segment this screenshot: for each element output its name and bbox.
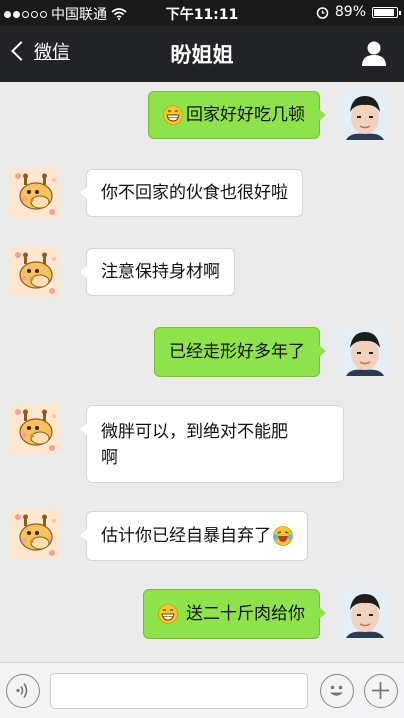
laugh-tears-emoji-icon bbox=[273, 526, 293, 546]
grin-emoji-icon bbox=[158, 604, 178, 624]
message-bubble-sent[interactable]: 回家好好吃几顿 bbox=[148, 91, 326, 139]
contact-avatar[interactable] bbox=[10, 247, 60, 297]
message-bubble-sent[interactable]: 已经走形好多年了 bbox=[154, 327, 326, 377]
emoji-button[interactable] bbox=[320, 674, 354, 708]
nav-bar: 微信 盼姐姐 bbox=[0, 26, 404, 82]
message-bubble-received[interactable]: 估计你已经自暴自弃了 bbox=[80, 511, 308, 561]
person-icon[interactable] bbox=[360, 39, 388, 67]
add-button[interactable] bbox=[364, 674, 398, 708]
grin-emoji-icon bbox=[163, 105, 183, 125]
contact-avatar[interactable] bbox=[10, 404, 60, 454]
battery-icon bbox=[372, 6, 401, 18]
voice-button[interactable] bbox=[6, 674, 40, 708]
my-avatar[interactable] bbox=[340, 326, 390, 376]
voice-icon bbox=[16, 683, 28, 698]
contact-avatar[interactable] bbox=[10, 168, 60, 218]
chat-area[interactable]: 回家好好吃几顿 你不回家的伙食也很好啦 注意保持身材啊 已经走形好多年了 微胖可… bbox=[0, 82, 404, 662]
message-bubble-received[interactable]: 微胖可以，到绝对不能肥 啊 bbox=[80, 405, 344, 483]
my-avatar[interactable] bbox=[340, 588, 390, 638]
chat-title: 盼姐姐 bbox=[170, 43, 234, 67]
battery-percent: 89% bbox=[334, 4, 366, 20]
emoji-icon bbox=[330, 685, 343, 696]
contact-avatar[interactable] bbox=[10, 509, 60, 559]
message-input[interactable] bbox=[50, 673, 308, 709]
input-bar bbox=[0, 662, 404, 718]
alarm-icon bbox=[316, 6, 329, 19]
my-avatar[interactable] bbox=[340, 90, 390, 140]
message-bubble-received[interactable]: 注意保持身材啊 bbox=[80, 248, 235, 296]
message-bubble-received[interactable]: 你不回家的伙食也很好啦 bbox=[80, 169, 303, 217]
status-bar: 中国联通 下午11:11 89% bbox=[0, 0, 404, 26]
plus-icon bbox=[372, 682, 389, 699]
message-bubble-sent[interactable]: 送二十斤肉给你 bbox=[143, 589, 326, 639]
